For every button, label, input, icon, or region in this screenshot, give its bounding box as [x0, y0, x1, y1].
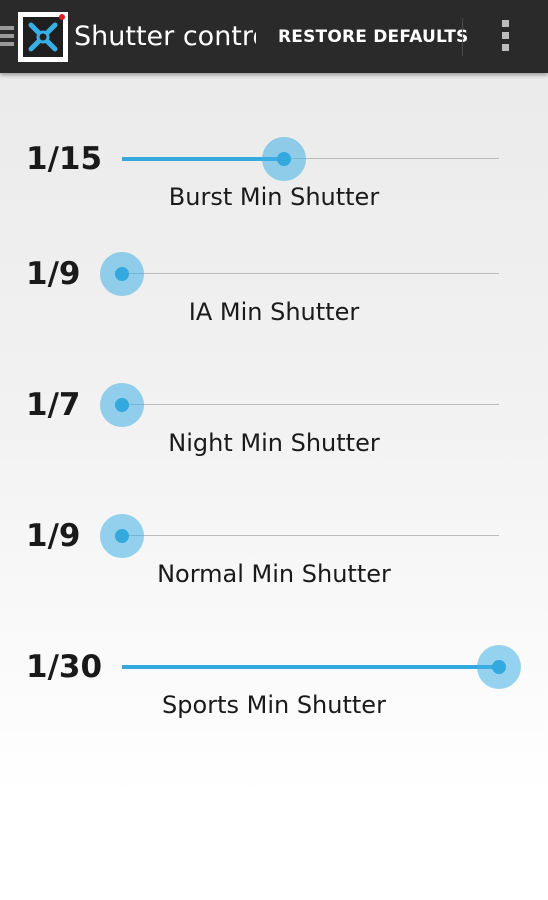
setting-label: Normal Min Shutter: [157, 560, 391, 588]
slider-thumb[interactable]: [477, 645, 521, 689]
shutter-value: 1/7: [26, 387, 81, 423]
action-bar: Shutter control RESTORE DEFAULTS: [0, 0, 548, 73]
slider-thumb[interactable]: [100, 383, 144, 427]
burst-min-shutter-slider[interactable]: [122, 137, 499, 181]
normal-min-shutter-slider[interactable]: [100, 514, 499, 558]
setting-label: Burst Min Shutter: [168, 183, 380, 211]
slider-thumb[interactable]: [100, 514, 144, 558]
sports-min-shutter-slider[interactable]: [122, 645, 521, 689]
setting-ia-min-shutter: 1/9 IA Min Shutter: [0, 252, 548, 362]
shutter-value: 1/9: [26, 518, 81, 554]
wrench-screwdriver-icon: [23, 14, 65, 57]
setting-label: Night Min Shutter: [168, 429, 380, 457]
app-icon[interactable]: [18, 12, 68, 62]
setting-night-min-shutter: 1/7 Night Min Shutter: [0, 383, 548, 493]
shutter-value: 1/30: [26, 649, 103, 685]
setting-normal-min-shutter: 1/9 Normal Min Shutter: [0, 514, 548, 624]
slider-thumb[interactable]: [262, 137, 307, 181]
hamburger-icon[interactable]: [0, 26, 14, 48]
slider-fill: [122, 665, 499, 669]
slider-track: [122, 404, 499, 405]
setting-label: Sports Min Shutter: [162, 691, 386, 719]
app-title: Shutter control: [74, 21, 256, 52]
setting-label: IA Min Shutter: [188, 298, 360, 326]
slider-fill: [122, 157, 285, 161]
setting-burst-min-shutter: 1/15 Burst Min Shutter: [0, 137, 548, 247]
ia-min-shutter-slider[interactable]: [100, 252, 499, 296]
shutter-value: 1/15: [26, 141, 103, 177]
setting-sports-min-shutter: 1/30 Sports Min Shutter: [0, 645, 548, 755]
overflow-menu-icon[interactable]: [496, 20, 514, 54]
slider-track: [122, 535, 499, 536]
slider-track: [122, 273, 499, 274]
restore-defaults-button[interactable]: RESTORE DEFAULTS: [270, 18, 477, 56]
night-min-shutter-slider[interactable]: [100, 383, 499, 427]
action-divider: [462, 18, 463, 56]
slider-thumb[interactable]: [100, 252, 144, 296]
shutter-value: 1/9: [26, 256, 81, 292]
